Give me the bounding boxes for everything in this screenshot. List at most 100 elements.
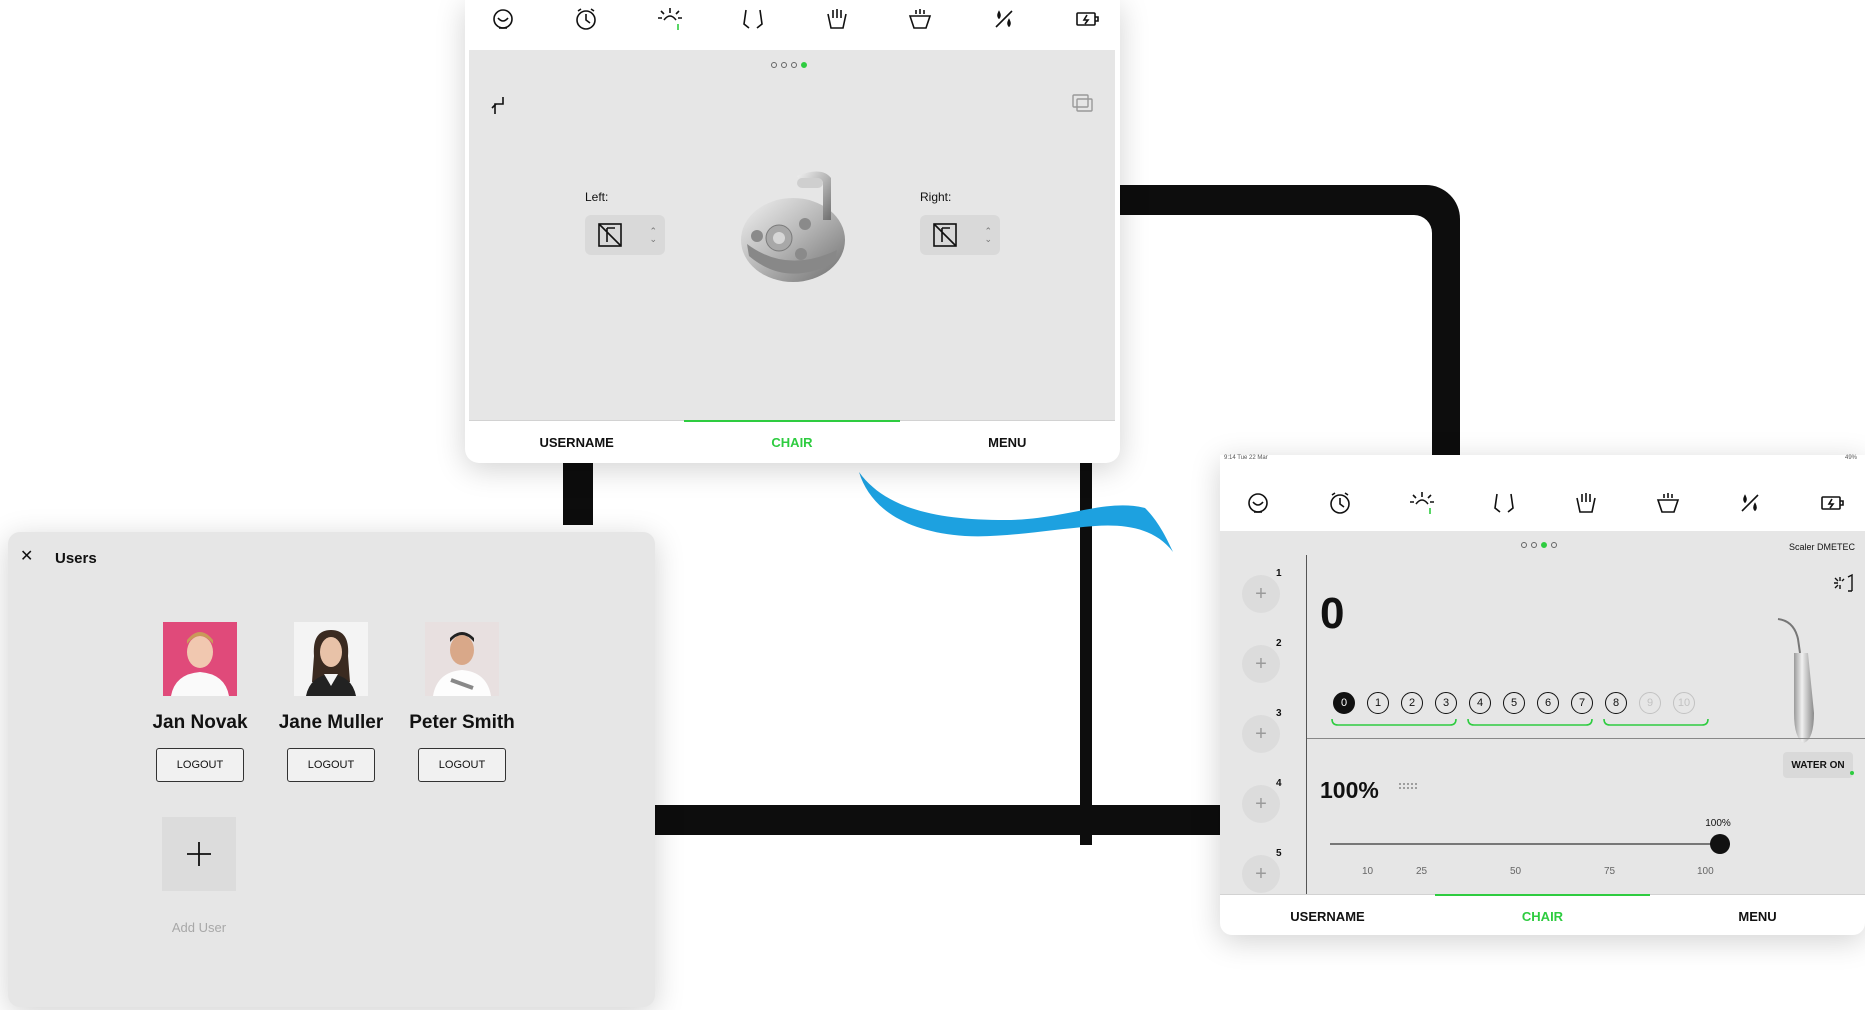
avatar[interactable] — [425, 622, 499, 696]
tab-chair[interactable]: CHAIR — [684, 420, 900, 461]
power-level-option[interactable]: 8 — [1605, 692, 1627, 714]
status-time: 9:14 Tue 22 Mar — [1224, 455, 1268, 461]
logout-button[interactable]: LOGOUT — [156, 748, 244, 782]
pagination-dot[interactable] — [781, 62, 787, 68]
power-level-option[interactable]: 6 — [1537, 692, 1559, 714]
memory-slot-button[interactable]: + — [1242, 575, 1280, 613]
status-date-text: Tue 22 Mar — [1237, 455, 1268, 461]
power-level-option[interactable]: 7 — [1571, 692, 1593, 714]
left-label: Left: — [585, 190, 609, 204]
stepper-arrows-icon: ⌃ ⌄ — [649, 226, 657, 244]
function-icon-bar — [1240, 479, 1850, 527]
pagination-dot[interactable] — [1521, 542, 1527, 548]
right-label: Right: — [920, 190, 952, 204]
user-name: Jan Novak — [152, 712, 248, 733]
instrument-icon — [598, 223, 622, 247]
scaler-panel: 9:14 Tue 22 Mar 49% Scaler DMETEC + 1 + … — [1220, 455, 1865, 935]
user-name: Peter Smith — [409, 712, 515, 733]
power-level-option[interactable]: 9 — [1639, 692, 1661, 714]
slider-tick: 25 — [1416, 866, 1428, 877]
add-user-button[interactable] — [162, 817, 236, 891]
instrument-name: Scaler DMETEC — [1788, 542, 1855, 552]
add-user-label: Add User — [171, 920, 227, 935]
chair-position-icon[interactable] — [735, 1, 771, 37]
foot-control-image — [741, 171, 845, 282]
slider-tick: 10 — [1362, 866, 1374, 877]
tablet-frame-bottom — [640, 805, 1220, 835]
pagination-dot[interactable] — [791, 62, 797, 68]
pagination-dot[interactable] — [771, 62, 777, 68]
tab-username[interactable]: USERNAME — [1220, 895, 1435, 936]
pagination-dot-active[interactable] — [1541, 542, 1547, 548]
light-icon[interactable] — [1404, 485, 1440, 521]
stepper-arrows-icon: ⌃ ⌄ — [984, 226, 992, 244]
bottom-tabbar: USERNAME CHAIR MENU — [469, 420, 1115, 461]
memory-divider — [1306, 555, 1307, 895]
power-level-option[interactable]: 3 — [1435, 692, 1457, 714]
power-level-option[interactable]: 1 — [1367, 692, 1389, 714]
pagination-dots — [1521, 542, 1557, 548]
power-level-selector: 0 1 2 3 4 5 6 7 8 9 10 — [1333, 692, 1695, 714]
avatar[interactable] — [163, 622, 237, 696]
avatar[interactable] — [294, 622, 368, 696]
water-percent: 100% — [1320, 777, 1379, 803]
slider-tick: 75 — [1604, 866, 1616, 877]
power-level-option[interactable]: 0 — [1333, 692, 1355, 714]
users-title: Users — [55, 550, 97, 567]
pagination-dot-active[interactable] — [801, 62, 807, 68]
power-level-option[interactable]: 2 — [1401, 692, 1423, 714]
power-level-option[interactable]: 4 — [1469, 692, 1491, 714]
memory-slot-number: 3 — [1276, 708, 1282, 719]
power-range-brackets — [1331, 718, 1709, 726]
memory-slot-number: 4 — [1276, 778, 1282, 789]
scaler-mode-icon[interactable] — [1830, 573, 1854, 595]
spray-icon[interactable] — [986, 1, 1022, 37]
close-icon[interactable]: ✕ — [20, 546, 33, 566]
chair-position-icon[interactable] — [1486, 485, 1522, 521]
battery-charge-icon[interactable] — [1814, 485, 1850, 521]
memory-slot-button[interactable]: + — [1242, 785, 1280, 823]
tab-menu[interactable]: MENU — [900, 421, 1115, 461]
users-panel: ✕ Users Jan Novak LOGOUT Jane Muller LOG… — [8, 532, 655, 1007]
timer-icon[interactable] — [568, 1, 604, 37]
bowl-rinse-icon[interactable] — [902, 1, 938, 37]
user-name: Jane Muller — [278, 712, 384, 733]
memory-slot-number: 5 — [1276, 848, 1282, 859]
timer-icon[interactable] — [1322, 485, 1358, 521]
patient-icon[interactable] — [1240, 485, 1276, 521]
spray-icon[interactable] — [1732, 485, 1768, 521]
water-slider[interactable] — [1330, 834, 1730, 854]
logout-button[interactable]: LOGOUT — [418, 748, 506, 782]
status-time-text: 9:14 — [1224, 455, 1236, 461]
left-instrument-selector[interactable]: ⌃ ⌄ — [585, 215, 665, 255]
power-level-option[interactable]: 5 — [1503, 692, 1525, 714]
section-divider — [1307, 738, 1865, 739]
pagination-dot[interactable] — [1531, 542, 1537, 548]
cup-fill-icon[interactable] — [819, 1, 855, 37]
power-value: 0 — [1320, 589, 1345, 638]
patient-icon[interactable] — [485, 1, 521, 37]
battery-charge-icon[interactable] — [1069, 1, 1105, 37]
logout-button[interactable]: LOGOUT — [287, 748, 375, 782]
pagination-dot[interactable] — [1551, 542, 1557, 548]
right-instrument-selector[interactable]: ⌃ ⌄ — [920, 215, 1000, 255]
light-icon[interactable] — [652, 1, 688, 37]
tab-menu[interactable]: MENU — [1650, 895, 1865, 936]
slider-tick: 100 — [1697, 866, 1714, 877]
memory-slot-button[interactable]: + — [1242, 715, 1280, 753]
memory-slot-number: 2 — [1276, 638, 1282, 649]
memory-slot-button[interactable]: + — [1242, 645, 1280, 683]
scaler-handpiece-image — [1777, 618, 1814, 743]
slider-track — [1330, 843, 1730, 845]
tab-username[interactable]: USERNAME — [469, 421, 684, 461]
water-dots-icon — [1399, 783, 1417, 789]
gallery-icon[interactable] — [1071, 92, 1095, 114]
power-level-option[interactable]: 10 — [1673, 692, 1695, 714]
tab-chair[interactable]: CHAIR — [1435, 894, 1650, 936]
chair-tilt-icon[interactable] — [490, 94, 508, 116]
slider-thumb[interactable] — [1710, 834, 1730, 854]
water-on-button[interactable]: WATER ON — [1783, 752, 1853, 778]
memory-slot-number: 1 — [1276, 568, 1282, 579]
bowl-rinse-icon[interactable] — [1650, 485, 1686, 521]
cup-fill-icon[interactable] — [1568, 485, 1604, 521]
